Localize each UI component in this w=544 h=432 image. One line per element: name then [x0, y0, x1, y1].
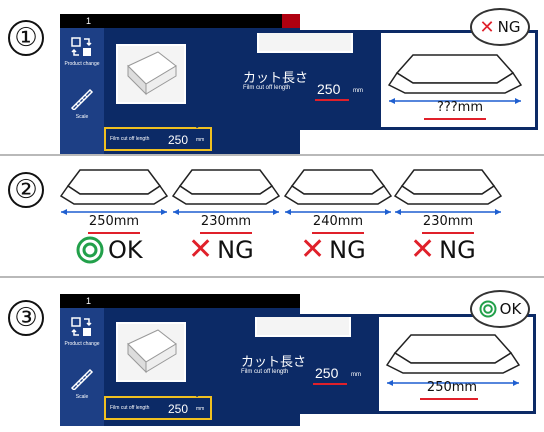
- callout-title-en: Film cut off length: [241, 369, 289, 375]
- step2-verdict-text: NG: [217, 236, 254, 264]
- step3-measure: 250mm: [426, 380, 478, 395]
- step1-measure: ???mm: [436, 100, 484, 115]
- step2-measure: 230mm: [200, 214, 252, 229]
- step2-sample: 230mm ✕ NG: [170, 164, 282, 274]
- callout-preview: [255, 317, 351, 337]
- zoom-callout-step3: カット長さ Film cut off length 250 mm: [230, 314, 536, 414]
- package-diagram: [387, 54, 523, 104]
- double-circle-icon: [479, 300, 497, 318]
- step2-measure: 240mm: [312, 214, 364, 229]
- step2-verdict: ✕ NG: [188, 232, 254, 267]
- step1-verdict-bubble: ✕ NG: [470, 8, 530, 46]
- cross-icon: ✕: [188, 232, 214, 267]
- callout-title-jp: カット長さ: [243, 71, 309, 86]
- step3-verdict-text: OK: [499, 300, 522, 318]
- step2-sample: 250mm OK: [58, 164, 170, 274]
- step2-verdict: OK: [76, 236, 143, 264]
- step2-sample: 240mm ✕ NG: [282, 164, 394, 274]
- package-diagram: [393, 169, 503, 215]
- callout-value-underline: [315, 99, 349, 101]
- step2-measure-underline: [88, 232, 140, 234]
- callout-title-en: Film cut off length: [243, 85, 291, 91]
- callout-value: 250: [317, 81, 341, 97]
- step2-verdict-text: NG: [439, 236, 476, 264]
- divider-1: [0, 154, 544, 156]
- step2-verdict: ✕ NG: [410, 232, 476, 267]
- cross-icon: ✕: [479, 16, 495, 38]
- step2-measure: 230mm: [422, 214, 474, 229]
- step2-verdict: ✕ NG: [300, 232, 366, 267]
- callout-unit: mm: [351, 372, 361, 378]
- step1-verdict-text: NG: [497, 18, 521, 36]
- package-diagram: [283, 169, 393, 215]
- cross-icon: ✕: [410, 232, 436, 267]
- step2-sample: 230mm ✕ NG: [392, 164, 504, 274]
- double-circle-icon: [76, 236, 104, 264]
- step1-measure-underline: [424, 118, 486, 120]
- callout-field-panel: カット長さ Film cut off length 250 mm: [233, 317, 379, 411]
- step3-measure-underline: [420, 398, 478, 400]
- package-diagram: [171, 169, 281, 215]
- callout-unit: mm: [353, 88, 363, 94]
- callout-value: 250: [315, 365, 339, 381]
- callout-title-jp: カット長さ: [241, 355, 307, 370]
- cross-icon: ✕: [300, 232, 326, 267]
- package-diagram: [59, 169, 169, 215]
- step2-verdict-text: NG: [329, 236, 366, 264]
- callout-field-panel: カット長さ Film cut off length 250 mm: [235, 33, 381, 127]
- callout-value-underline: [313, 383, 347, 385]
- step2-measure: 250mm: [88, 214, 140, 229]
- divider-2: [0, 276, 544, 278]
- step3-verdict-bubble: OK: [470, 290, 530, 328]
- step-2-number: ②: [8, 172, 44, 208]
- step2-verdict-text: OK: [108, 236, 143, 264]
- callout-preview: [257, 33, 353, 53]
